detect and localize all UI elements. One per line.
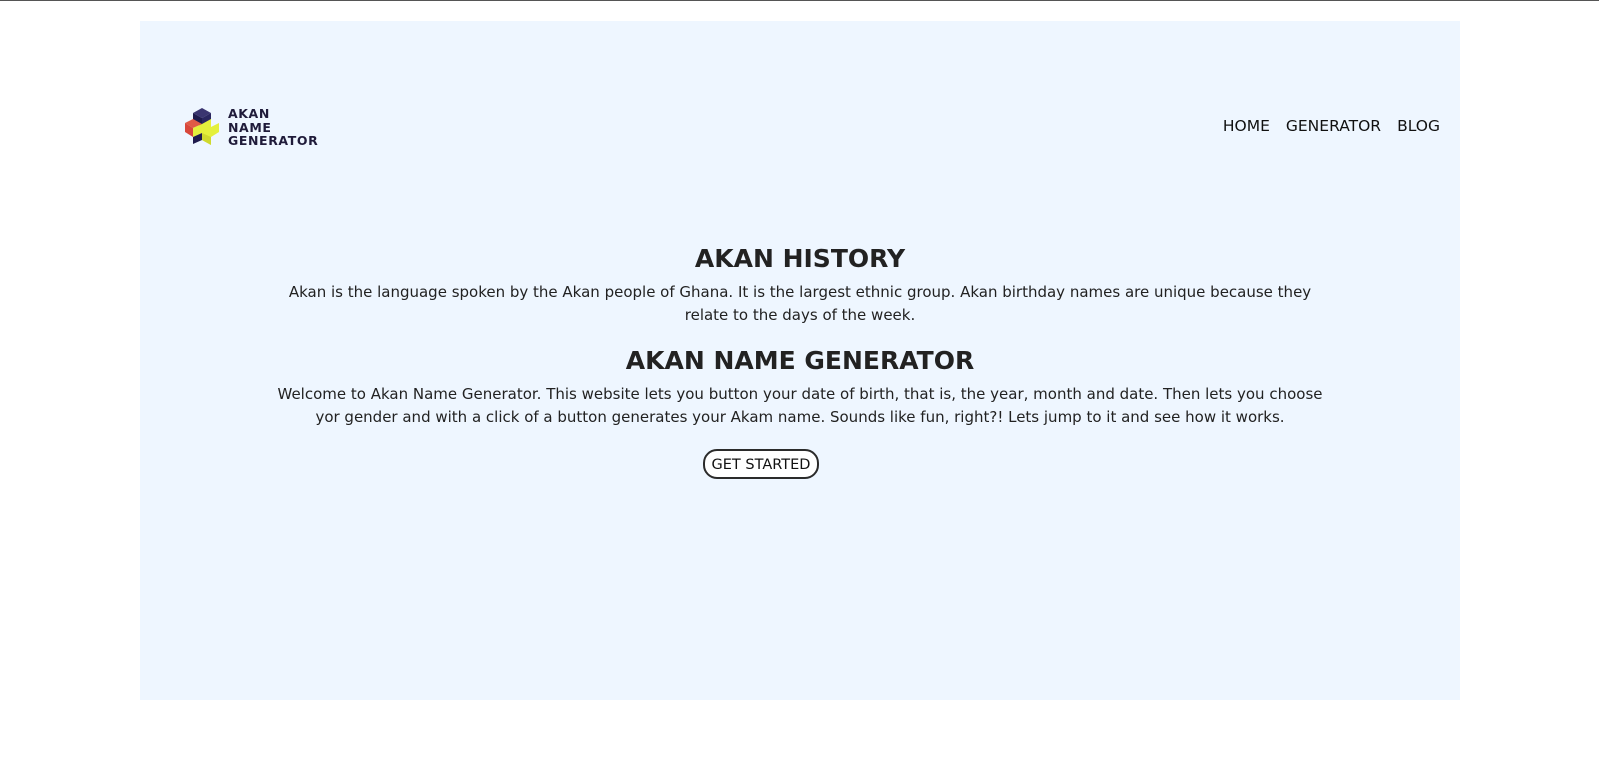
site-logo[interactable]: AKAN NAME GENERATOR [184,107,318,148]
main-nav: HOME GENERATOR BLOG [1223,117,1440,135]
nav-generator-link[interactable]: GENERATOR [1286,117,1381,135]
main-panel: AKAN NAME GENERATOR HOME GENERATOR BLOG … [140,21,1460,700]
cta-wrapper: GET STARTED [270,449,1330,479]
top-divider [0,0,1599,1]
logo-line-3: GENERATOR [228,133,319,148]
nav-home-link[interactable]: HOME [1223,117,1270,135]
logo-wordmark: AKAN NAME GENERATOR [228,107,318,148]
generator-heading: AKAN NAME GENERATOR [625,346,975,375]
get-started-button[interactable]: GET STARTED [702,449,820,479]
logo-line-2: NAME [228,119,272,135]
logo-line-1: AKAN [228,106,270,121]
cube-plus-logo-icon [184,107,220,147]
history-paragraph: Akan is the language spoken by the Akan … [288,283,1312,324]
generator-paragraph: Welcome to Akan Name Generator. This web… [277,385,1323,426]
nav-blog-link[interactable]: BLOG [1397,117,1440,135]
history-heading: AKAN HISTORY [694,244,906,273]
hero-content: AKAN HISTORY Akan is the language spoken… [270,243,1330,479]
